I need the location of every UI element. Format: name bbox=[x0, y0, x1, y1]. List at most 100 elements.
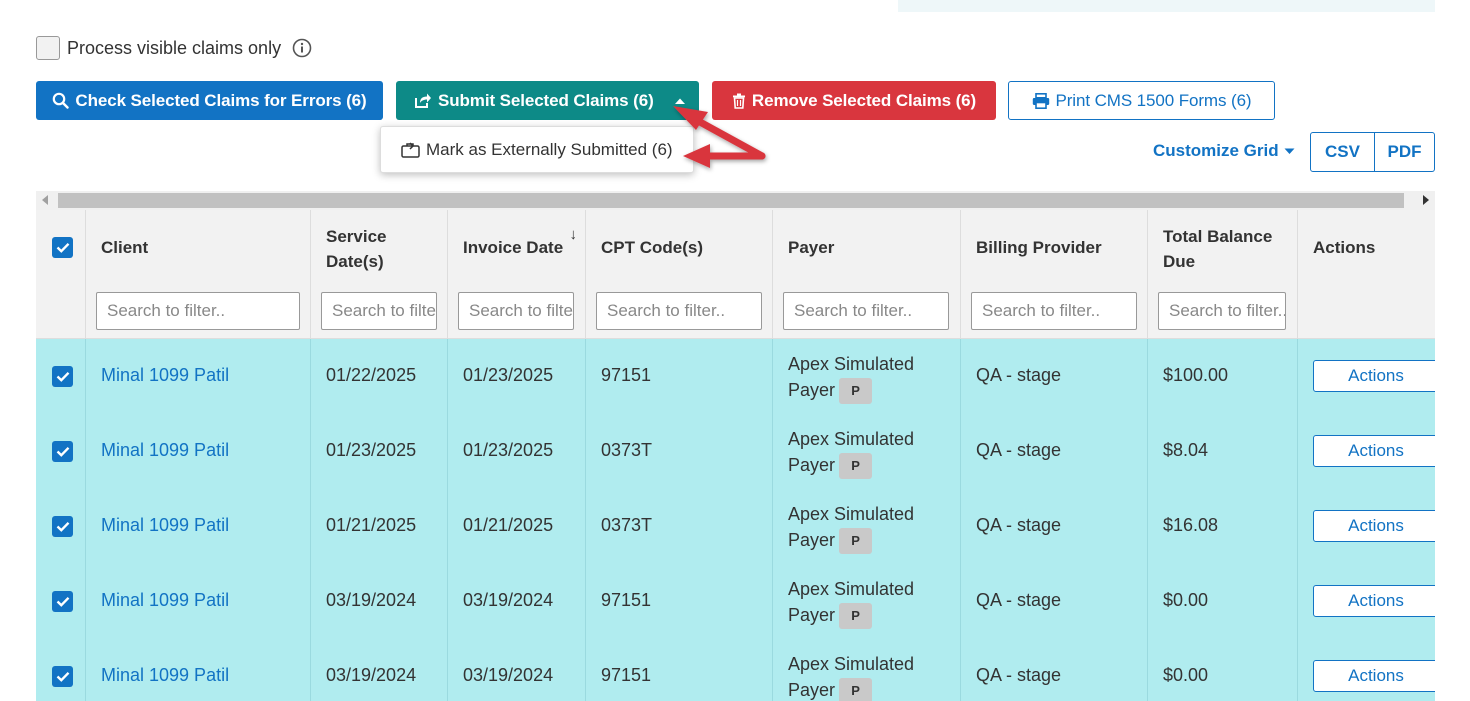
table-row[interactable]: Minal 1099 Patil 01/21/2025 01/21/2025 0373… bbox=[36, 489, 1435, 564]
column-title-total-balance-due[interactable]: Total Balance Due bbox=[1163, 224, 1288, 274]
cpt-code-value: 0373T bbox=[601, 515, 653, 535]
column-total-balance-due: Total Balance Due bbox=[1148, 210, 1298, 339]
cpt-code-cell: 0373T bbox=[586, 414, 773, 489]
payer-filter-input[interactable] bbox=[783, 292, 949, 330]
billing-provider-filter-input[interactable] bbox=[971, 292, 1137, 330]
header-select-cell bbox=[36, 210, 86, 339]
client-cell: Minal 1099 Patil bbox=[86, 489, 311, 564]
row-checkbox[interactable] bbox=[52, 366, 73, 387]
sort-desc-icon[interactable]: ↓ bbox=[570, 226, 578, 243]
client-link[interactable]: Minal 1099 Patil bbox=[101, 515, 229, 536]
payer-badge: P bbox=[839, 453, 873, 480]
cpt-code-value: 97151 bbox=[601, 365, 652, 385]
balance-value: $16.08 bbox=[1163, 515, 1219, 535]
row-actions-button[interactable]: Actions bbox=[1313, 585, 1435, 617]
info-icon[interactable] bbox=[292, 38, 312, 58]
invoice-date-cell: 01/21/2025 bbox=[448, 489, 586, 564]
client-link[interactable]: Minal 1099 Patil bbox=[101, 590, 229, 611]
column-title-invoice-date[interactable]: Invoice Date bbox=[463, 235, 563, 260]
row-actions-button[interactable]: Actions bbox=[1313, 660, 1435, 692]
export-csv-button[interactable]: CSV bbox=[1310, 132, 1375, 172]
column-invoice-date: Invoice Date ↓ bbox=[448, 210, 586, 339]
billing-provider-cell: QA - stage bbox=[961, 489, 1148, 564]
billing-provider-cell: QA - stage bbox=[961, 414, 1148, 489]
client-cell: Minal 1099 Patil bbox=[86, 339, 311, 414]
table-row[interactable]: Minal 1099 Patil 03/19/2024 03/19/2024 9715… bbox=[36, 564, 1435, 639]
scroll-left-icon[interactable] bbox=[42, 195, 48, 205]
balance-cell: $0.00 bbox=[1148, 564, 1298, 639]
search-icon bbox=[53, 92, 70, 109]
service-date-value: 01/22/2025 bbox=[326, 365, 417, 385]
column-title-payer[interactable]: Payer bbox=[788, 235, 834, 260]
table-row[interactable]: Minal 1099 Patil 01/22/2025 01/23/2025 9715… bbox=[36, 339, 1435, 414]
service-date-cell: 01/22/2025 bbox=[311, 339, 448, 414]
balance-cell: $100.00 bbox=[1148, 339, 1298, 414]
mark-externally-submitted-menu-item[interactable]: Mark as Externally Submitted (6) bbox=[380, 126, 694, 173]
remove-selected-claims-label: Remove Selected Claims (6) bbox=[751, 90, 977, 110]
actions-cell: Actions bbox=[1298, 564, 1435, 639]
invoice-date-cell: 01/23/2025 bbox=[448, 339, 586, 414]
invoice-date-cell: 01/23/2025 bbox=[448, 414, 586, 489]
client-link[interactable]: Minal 1099 Patil bbox=[101, 365, 229, 386]
remove-selected-claims-button[interactable]: Remove Selected Claims (6) bbox=[712, 81, 996, 120]
balance-value: $0.00 bbox=[1163, 665, 1209, 685]
check-icon bbox=[56, 371, 69, 382]
service-date-cell: 01/21/2025 bbox=[311, 489, 448, 564]
invoice-date-value: 03/19/2024 bbox=[463, 590, 554, 610]
table-row[interactable]: Minal 1099 Patil 03/19/2024 03/19/2024 9715… bbox=[36, 639, 1435, 701]
row-select-cell bbox=[36, 489, 86, 564]
export-pdf-button[interactable]: PDF bbox=[1375, 132, 1435, 172]
payer-cell: Apex Simulated Payer P bbox=[773, 564, 961, 639]
actions-cell: Actions bbox=[1298, 339, 1435, 414]
service-date-filter-input[interactable] bbox=[321, 292, 437, 330]
client-filter-input[interactable] bbox=[96, 292, 300, 330]
billing-provider-cell: QA - stage bbox=[961, 339, 1148, 414]
invoice-date-value: 03/19/2024 bbox=[463, 665, 554, 685]
scroll-right-icon[interactable] bbox=[1423, 195, 1429, 205]
column-title-billing-provider[interactable]: Billing Provider bbox=[976, 235, 1102, 260]
row-actions-button[interactable]: Actions bbox=[1313, 360, 1435, 392]
payer-cell: Apex Simulated Payer P bbox=[773, 639, 961, 701]
column-actions: Actions bbox=[1298, 210, 1435, 339]
cpt-filter-input[interactable] bbox=[596, 292, 762, 330]
row-checkbox[interactable] bbox=[52, 516, 73, 537]
cpt-code-cell: 97151 bbox=[586, 564, 773, 639]
client-cell: Minal 1099 Patil bbox=[86, 414, 311, 489]
payer-cell: Apex Simulated Payer P bbox=[773, 414, 961, 489]
billing-provider-value: QA - stage bbox=[976, 365, 1062, 385]
horizontal-scrollbar[interactable] bbox=[36, 191, 1435, 210]
balance-filter-input[interactable] bbox=[1158, 292, 1286, 330]
column-title-client[interactable]: Client bbox=[101, 235, 148, 260]
service-date-value: 03/19/2024 bbox=[326, 665, 417, 685]
submit-dropdown-toggle[interactable] bbox=[667, 81, 699, 120]
mark-externally-submitted-label: Mark as Externally Submitted (6) bbox=[426, 139, 673, 159]
process-visible-toggle[interactable]: Process visible claims only bbox=[36, 35, 312, 61]
column-title-service-date[interactable]: Service Date(s) bbox=[326, 224, 406, 274]
column-title-cpt-codes[interactable]: CPT Code(s) bbox=[601, 235, 703, 260]
row-select-cell bbox=[36, 639, 86, 701]
select-all-checkbox[interactable] bbox=[52, 237, 73, 258]
row-checkbox[interactable] bbox=[52, 441, 73, 462]
payer-cell: Apex Simulated Payer P bbox=[773, 339, 961, 414]
check-selected-claims-button[interactable]: Check Selected Claims for Errors (6) bbox=[36, 81, 383, 120]
client-link[interactable]: Minal 1099 Patil bbox=[101, 440, 229, 461]
billing-provider-cell: QA - stage bbox=[961, 564, 1148, 639]
row-actions-button[interactable]: Actions bbox=[1313, 435, 1435, 467]
row-actions-button[interactable]: Actions bbox=[1313, 510, 1435, 542]
table-row[interactable]: Minal 1099 Patil 01/23/2025 01/23/2025 0373… bbox=[36, 414, 1435, 489]
share-icon bbox=[415, 93, 431, 108]
grid-header: Client Service Date(s) Invoice Date ↓ CP… bbox=[36, 210, 1435, 339]
row-checkbox[interactable] bbox=[52, 591, 73, 612]
invoice-date-filter-input[interactable] bbox=[458, 292, 574, 330]
print-cms-1500-button[interactable]: Print CMS 1500 Forms (6) bbox=[1008, 81, 1275, 120]
scrollbar-thumb[interactable] bbox=[58, 193, 1404, 208]
service-date-value: 01/23/2025 bbox=[326, 440, 417, 460]
submit-selected-claims-button[interactable]: Submit Selected Claims (6) bbox=[396, 81, 699, 120]
service-date-cell: 03/19/2024 bbox=[311, 564, 448, 639]
invoice-date-cell: 03/19/2024 bbox=[448, 639, 586, 701]
row-checkbox[interactable] bbox=[52, 666, 73, 687]
process-visible-checkbox[interactable] bbox=[36, 36, 60, 60]
customize-grid-button[interactable]: Customize Grid bbox=[1153, 141, 1295, 161]
check-icon bbox=[56, 671, 69, 682]
client-link[interactable]: Minal 1099 Patil bbox=[101, 665, 229, 686]
